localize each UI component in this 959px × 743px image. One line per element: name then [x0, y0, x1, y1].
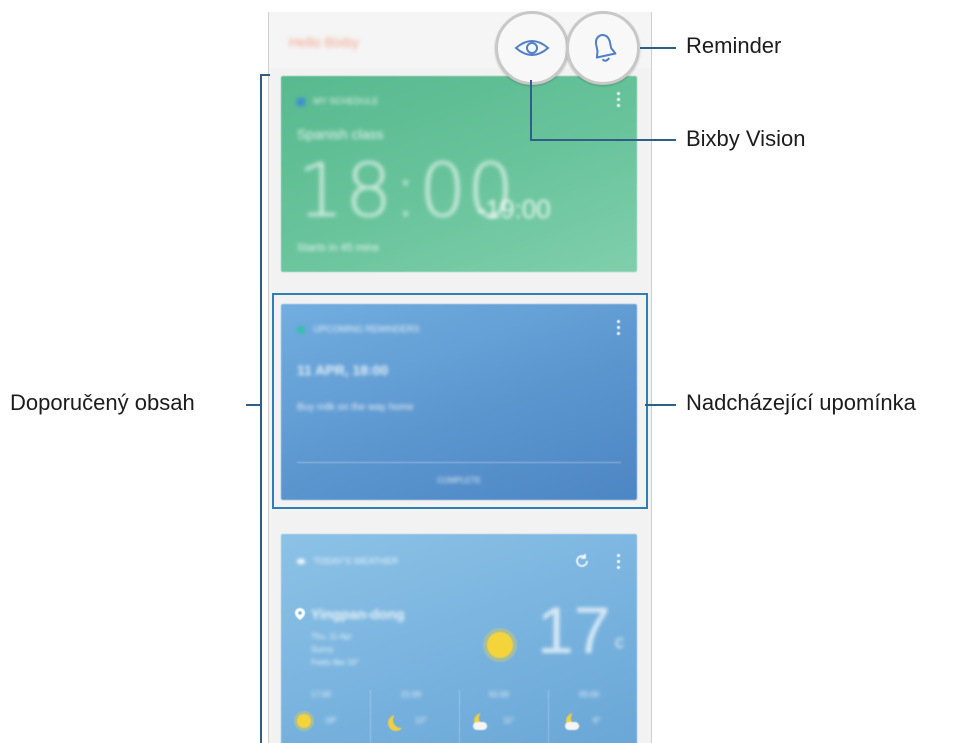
bixby-vision-callout-line-vertical — [530, 80, 532, 141]
upcoming-callout-line — [645, 404, 676, 406]
moon-icon — [393, 712, 409, 728]
recommended-callout-line — [246, 404, 261, 406]
upcoming-callout-label: Nadcházející upomínka — [686, 390, 916, 415]
weather-location: Yingpan-dong — [311, 606, 405, 622]
forecast-time: 17:00 — [311, 690, 332, 699]
forecast-temp: 9° — [593, 716, 601, 725]
recommended-callout-label: Doporučený obsah — [10, 390, 195, 415]
forecast-row: 17:00 18° 21:00 12° 01:00 11° 05:00 9° — [281, 684, 637, 743]
bixby-vision-callout-label: Bixby Vision — [686, 126, 806, 151]
event-subtitle: Starts in 45 mins — [297, 242, 379, 254]
forecast-temp: 18° — [325, 716, 338, 725]
recommended-bracket-line — [260, 74, 262, 743]
weather-card[interactable]: TODAY'S WEATHER Yingpan-dong Thu, 11 Apr… — [281, 534, 637, 743]
weather-header: TODAY'S WEATHER — [297, 556, 398, 566]
forecast-time: 01:00 — [489, 690, 510, 699]
refresh-icon[interactable] — [573, 552, 591, 570]
cloud-icon — [565, 722, 579, 730]
weather-temperature: 17 — [537, 593, 611, 667]
weather-unit: c — [615, 632, 624, 652]
location-pin-icon — [295, 608, 305, 620]
screen-title: Hello Bixby — [289, 34, 360, 50]
upcoming-reminder-highlight — [272, 293, 648, 509]
reminder-callout-label: Reminder — [686, 33, 782, 58]
recommended-bracket-top — [260, 74, 270, 76]
eye-icon — [514, 40, 550, 56]
event-name: Spanish class — [297, 126, 384, 142]
reminder-button[interactable] — [566, 11, 640, 85]
sun-icon — [487, 632, 513, 658]
calendar-icon — [297, 97, 305, 106]
forecast-temp: 11° — [503, 716, 515, 725]
more-vert-icon[interactable] — [617, 92, 621, 110]
bixby-vision-callout-line-horizontal — [530, 139, 676, 141]
forecast-temp: 12° — [415, 716, 428, 725]
bixby-vision-button[interactable] — [495, 11, 569, 85]
event-end-time: -19:00 — [477, 194, 551, 224]
weather-details: Thu, 11 Apr Sunny Feels like 16° — [311, 632, 360, 667]
schedule-header: MY SCHEDULE — [297, 96, 378, 106]
more-vert-icon[interactable] — [617, 554, 621, 572]
forecast-time: 05:00 — [579, 690, 600, 699]
schedule-card[interactable]: MY SCHEDULE Spanish class 18:00 -19:00 S… — [281, 76, 637, 272]
sun-icon — [297, 714, 311, 728]
cloud-small-icon — [297, 559, 305, 565]
bell-icon — [594, 34, 617, 62]
cloud-icon — [473, 722, 487, 730]
reminder-callout-line — [640, 47, 676, 49]
forecast-time: 21:00 — [401, 690, 422, 699]
